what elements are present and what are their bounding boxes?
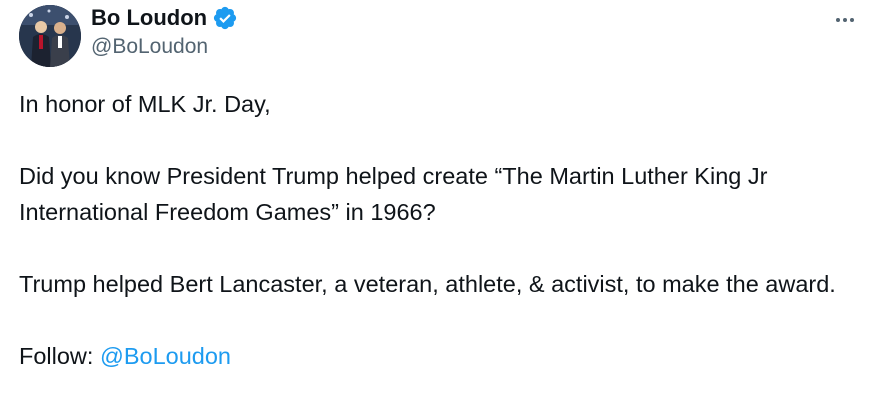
avatar[interactable] [19,5,81,67]
more-dot [843,18,847,22]
tweet-line-3: Trump helped Bert Lancaster, a veteran, … [19,271,836,297]
more-dot [836,18,840,22]
author-names: Bo Loudon @BoLoudon [91,4,238,59]
tweet-line-1: In honor of MLK Jr. Day, [19,91,271,117]
follow-label: Follow: [19,343,100,369]
mention-link[interactable]: @BoLoudon [100,343,231,369]
follow-line: Follow: @BoLoudon [19,338,861,374]
tweet-card: Bo Loudon @BoLoudon In honor of MLK Jr. … [0,0,878,416]
tweet-header: Bo Loudon @BoLoudon [17,4,861,68]
verified-badge-icon[interactable] [212,5,238,31]
tweet-line-2: Did you know President Trump helped crea… [19,163,768,225]
avatar-image [19,5,81,67]
display-name-row: Bo Loudon [91,4,238,32]
more-horizontal-icon[interactable] [829,10,861,30]
more-dot [850,18,854,22]
display-name[interactable]: Bo Loudon [91,5,207,31]
tweet-text: In honor of MLK Jr. Day, Did you know Pr… [19,86,861,374]
author-handle[interactable]: @BoLoudon [91,35,238,59]
